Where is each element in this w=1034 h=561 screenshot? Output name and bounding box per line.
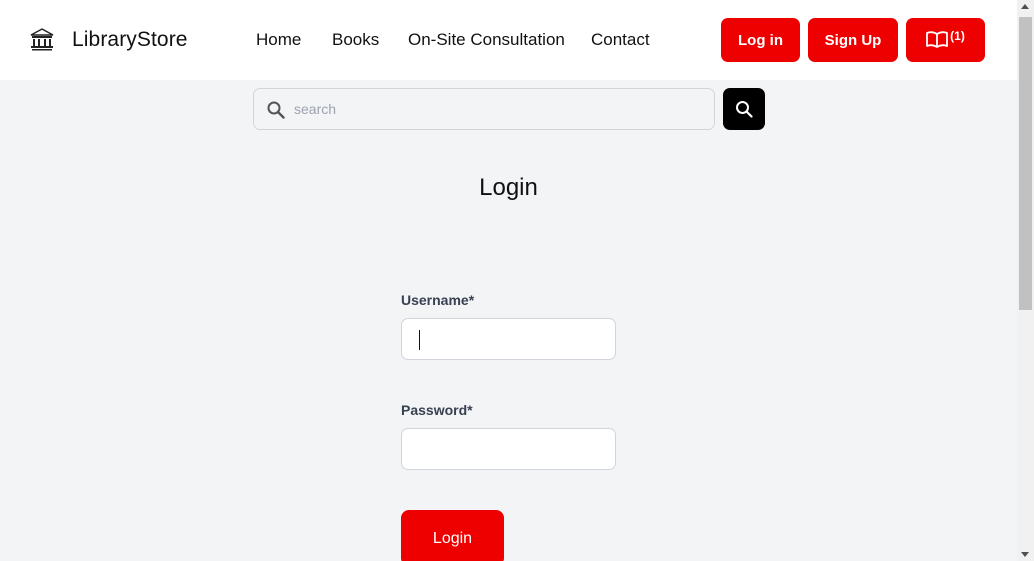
cart-button[interactable]: (1) xyxy=(906,18,985,62)
cart-count: (1) xyxy=(950,29,965,43)
nav-link-books[interactable]: Books xyxy=(332,30,379,50)
search-button[interactable] xyxy=(723,88,765,130)
text-cursor xyxy=(419,330,420,350)
username-label: Username* xyxy=(401,292,475,308)
username-field[interactable] xyxy=(401,318,616,360)
nav-link-home[interactable]: Home xyxy=(256,30,301,50)
signup-button[interactable]: Sign Up xyxy=(808,18,898,62)
page-title: Login xyxy=(479,174,538,201)
search-input[interactable] xyxy=(294,90,704,128)
scroll-down-arrow-icon[interactable] xyxy=(1021,552,1029,557)
login-submit-button[interactable]: Login xyxy=(401,510,504,561)
login-nav-button[interactable]: Log in xyxy=(721,18,800,62)
search-box xyxy=(253,88,715,130)
navbar: LibraryStore Home Books On-Site Consulta… xyxy=(0,0,1017,80)
scroll-up-arrow-icon[interactable] xyxy=(1021,4,1029,9)
vertical-scrollbar[interactable] xyxy=(1017,0,1034,561)
library-building-icon[interactable] xyxy=(29,27,55,53)
scroll-thumb[interactable] xyxy=(1019,17,1032,310)
search-icon xyxy=(267,101,285,119)
password-field[interactable] xyxy=(401,428,616,470)
nav-link-contact[interactable]: Contact xyxy=(591,30,650,50)
open-book-icon xyxy=(926,31,949,48)
brand-name[interactable]: LibraryStore xyxy=(72,28,188,52)
search-icon xyxy=(736,101,753,118)
nav-link-on-site-consultation[interactable]: On-Site Consultation xyxy=(408,30,565,50)
password-label: Password* xyxy=(401,402,473,418)
